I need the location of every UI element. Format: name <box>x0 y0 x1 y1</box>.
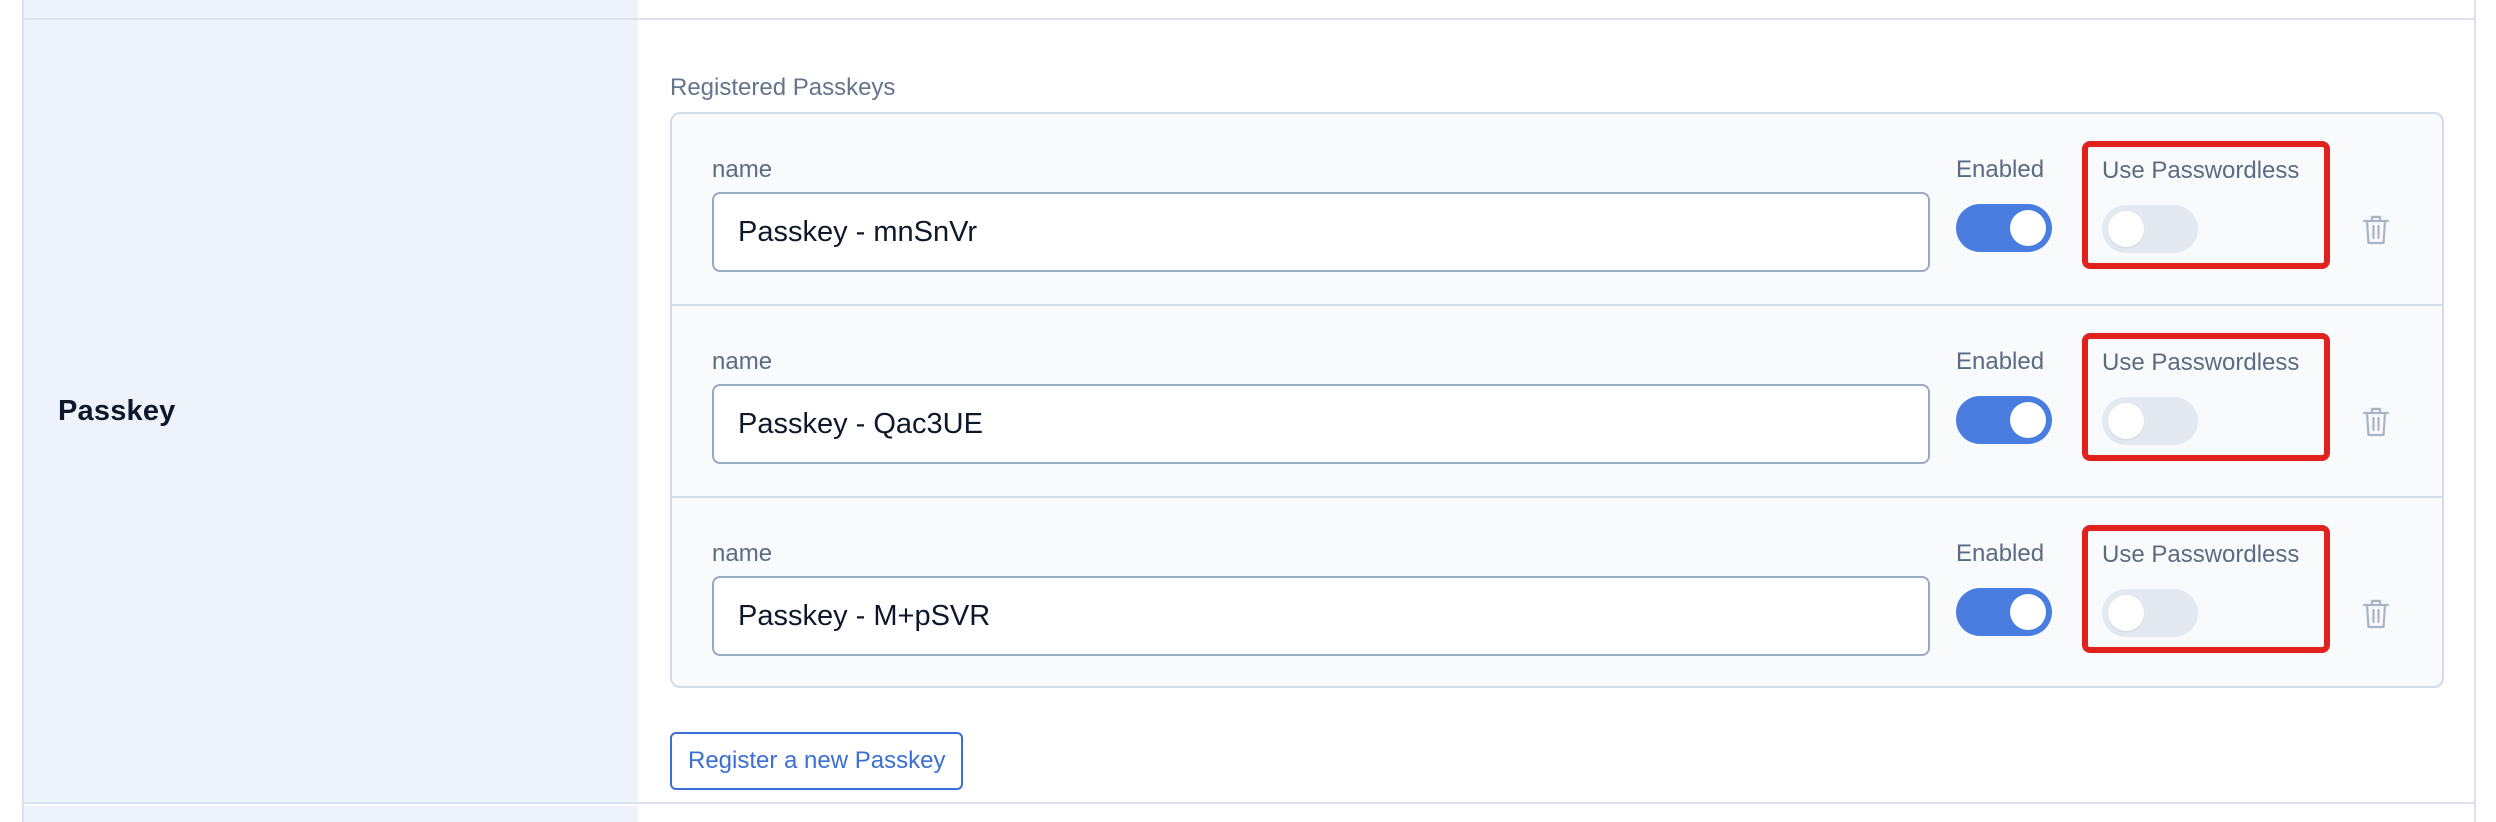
enabled-toggle[interactable] <box>1956 588 2052 636</box>
section-title: Passkey <box>58 394 176 427</box>
name-label: name <box>712 540 773 567</box>
use-passwordless-toggle[interactable] <box>2102 397 2198 445</box>
register-passkey-button[interactable]: Register a new Passkey <box>670 732 964 790</box>
toggle-knob <box>2108 595 2144 631</box>
registered-passkeys-label: Registered Passkeys <box>670 74 896 101</box>
use-passwordless-label: Use Passwordless <box>2102 349 2300 376</box>
passkey-name-input[interactable] <box>712 384 1930 464</box>
passkey-settings-row: Passkey Registered Passkeys name Enabled… <box>22 18 2476 804</box>
enabled-label: Enabled <box>1956 348 2045 375</box>
use-passwordless-toggle[interactable] <box>2102 589 2198 637</box>
enabled-toggle[interactable] <box>1956 396 2052 444</box>
passwordless-highlight-box: Use Passwordless <box>2082 333 2330 461</box>
trash-icon[interactable] <box>2362 598 2390 630</box>
use-passwordless-label: Use Passwordless <box>2102 541 2300 568</box>
passkey-row: name Enabled Use Passwordless <box>672 498 2442 686</box>
passkey-row: name Enabled Use Passwordless <box>672 114 2442 306</box>
passwordless-highlight-box: Use Passwordless <box>2082 141 2330 269</box>
use-passwordless-label: Use Passwordless <box>2102 157 2300 184</box>
name-label: name <box>712 156 773 183</box>
passkey-settings-page: Passkey Registered Passkeys name Enabled… <box>0 0 2496 822</box>
trash-icon[interactable] <box>2362 406 2390 438</box>
sidebar-top-strip <box>22 0 638 18</box>
passkey-list: name Enabled Use Passwordless <box>670 112 2444 688</box>
toggle-knob <box>2010 402 2046 438</box>
use-passwordless-toggle[interactable] <box>2102 205 2198 253</box>
name-label: name <box>712 348 773 375</box>
toggle-knob <box>2010 210 2046 246</box>
passwordless-highlight-box: Use Passwordless <box>2082 525 2330 653</box>
toggle-knob <box>2010 594 2046 630</box>
enabled-label: Enabled <box>1956 540 2045 567</box>
sidebar-bottom-strip <box>22 806 638 822</box>
settings-content-cell: Registered Passkeys name Enabled Use Pas… <box>638 20 2474 802</box>
passkey-row: name Enabled Use Passwordless <box>672 306 2442 498</box>
enabled-label: Enabled <box>1956 156 2045 183</box>
passkey-name-input[interactable] <box>712 576 1930 656</box>
trash-icon[interactable] <box>2362 214 2390 246</box>
toggle-knob <box>2108 403 2144 439</box>
enabled-toggle[interactable] <box>1956 204 2052 252</box>
settings-sidebar-cell: Passkey <box>24 20 638 802</box>
passkey-name-input[interactable] <box>712 192 1930 272</box>
toggle-knob <box>2108 211 2144 247</box>
